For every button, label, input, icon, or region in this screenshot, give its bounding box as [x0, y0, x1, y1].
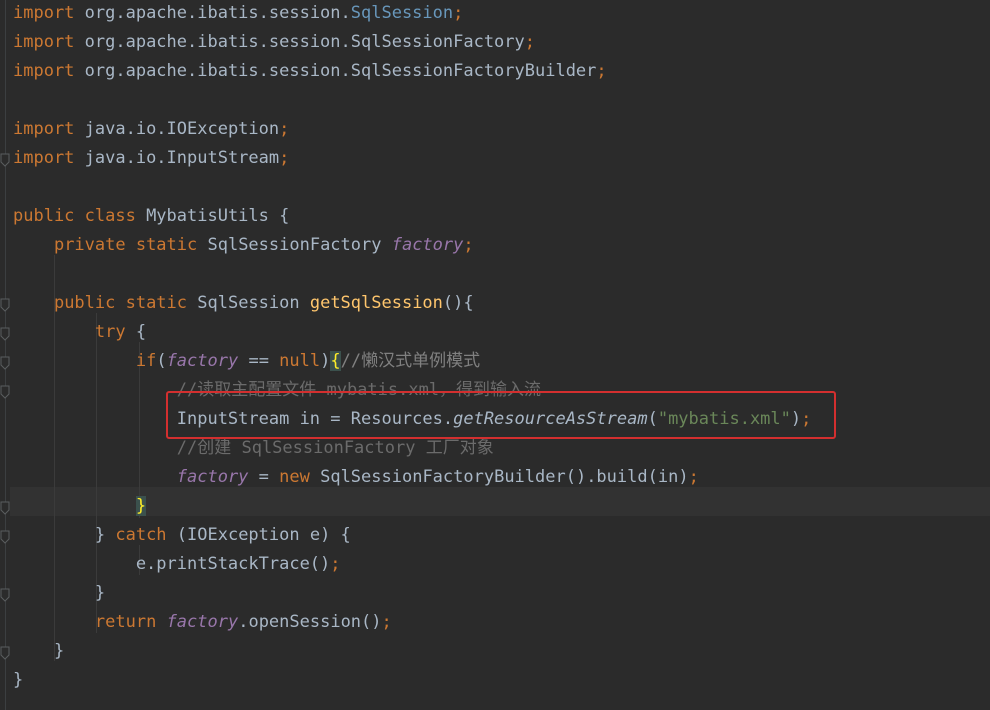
fold-marker-icon[interactable]: [0, 588, 10, 602]
code-token: import: [13, 119, 75, 139]
code-token: ;: [381, 612, 392, 632]
code-line[interactable]: factory = new SqlSessionFactoryBuilder()…: [13, 464, 699, 493]
code-token: if: [135, 351, 157, 371]
code-token: ;: [596, 61, 607, 81]
code-token: return: [94, 612, 157, 632]
code-token: new: [279, 467, 310, 487]
code-token: .openSession(): [238, 612, 382, 632]
code-token: SqlSessionFactory: [197, 235, 392, 255]
code-token: {: [330, 351, 341, 371]
code-token: import: [13, 148, 75, 168]
gutter-divider: [5, 0, 6, 710]
code-token: ): [320, 351, 331, 371]
code-token: try: [94, 322, 126, 342]
code-token: SqlSession: [350, 3, 454, 23]
code-line[interactable]: }: [13, 638, 64, 667]
code-token: null: [279, 351, 321, 371]
code-token: //创建 SqlSessionFactory 工厂对象: [176, 438, 494, 458]
code-token: ;: [453, 3, 464, 23]
code-token: SqlSessionFactoryBuilder().build(in): [309, 467, 689, 487]
code-token: (IOException e) {: [166, 525, 351, 545]
fold-marker-icon[interactable]: [0, 501, 10, 515]
fold-marker-icon[interactable]: [0, 153, 10, 167]
code-token: org.apache.ibatis.session.SqlSessionFact…: [74, 61, 597, 81]
highlight-box: [166, 391, 836, 439]
code-token: ;: [330, 554, 341, 574]
code-line[interactable]: }: [13, 580, 105, 609]
code-line[interactable]: e.printStackTrace();: [13, 551, 341, 580]
fold-marker-icon[interactable]: [0, 530, 10, 544]
code-token: org.apache.ibatis.session.SqlSessionFact…: [74, 32, 525, 52]
code-token: SqlSession: [187, 293, 310, 313]
fold-marker-icon[interactable]: [0, 646, 10, 660]
code-token: org.apache.ibatis.session.: [74, 3, 351, 23]
code-token: factory: [166, 612, 239, 632]
code-token: import: [13, 3, 75, 23]
code-editor[interactable]: import org.apache.ibatis.session.SqlSess…: [13, 0, 990, 710]
code-line[interactable]: public static SqlSession getSqlSession()…: [13, 290, 474, 319]
code-line[interactable]: import java.io.IOException;: [13, 116, 289, 145]
code-token: ==: [238, 351, 280, 371]
code-token: ;: [463, 235, 474, 255]
fold-marker-icon[interactable]: [0, 385, 10, 399]
code-token: }: [13, 583, 106, 603]
code-token: =: [248, 467, 280, 487]
code-token: private static: [53, 235, 198, 255]
code-token: import: [13, 32, 75, 52]
code-line[interactable]: }: [13, 667, 23, 696]
code-token: }: [135, 496, 147, 516]
code-token: }: [13, 641, 65, 661]
code-line[interactable]: } catch (IOException e) {: [13, 522, 351, 551]
code-line[interactable]: try {: [13, 319, 146, 348]
code-line[interactable]: //创建 SqlSessionFactory 工厂对象: [13, 435, 494, 464]
code-token: getSqlSession: [309, 293, 443, 313]
code-line[interactable]: import org.apache.ibatis.session.SqlSess…: [13, 0, 463, 29]
code-line[interactable]: import java.io.InputStream;: [13, 145, 289, 174]
code-token: ;: [688, 467, 699, 487]
code-token: (){: [442, 293, 474, 313]
code-token: e.printStackTrace(): [13, 554, 331, 574]
code-token: ;: [524, 32, 536, 52]
code-token: MybatisUtils {: [135, 206, 290, 226]
code-line[interactable]: private static SqlSessionFactory factory…: [13, 232, 474, 261]
code-token: }: [13, 670, 24, 690]
code-line[interactable]: public class MybatisUtils {: [13, 203, 289, 232]
code-token: java.io.IOException: [74, 119, 280, 139]
code-line[interactable]: import org.apache.ibatis.session.SqlSess…: [13, 29, 535, 58]
editor-gutter: [0, 0, 10, 710]
fold-marker-icon[interactable]: [0, 298, 10, 312]
code-token: factory: [176, 467, 249, 487]
code-line[interactable]: return factory.openSession();: [13, 609, 392, 638]
code-token: factory: [391, 235, 464, 255]
code-line[interactable]: import org.apache.ibatis.session.SqlSess…: [13, 58, 607, 87]
code-token: public static: [53, 293, 188, 313]
code-token: //懒汉式单例模式: [340, 351, 481, 371]
fold-marker-icon[interactable]: [0, 356, 10, 370]
code-token: java.io.InputStream: [74, 148, 280, 168]
code-token: public class: [13, 206, 136, 226]
code-line[interactable]: }: [13, 493, 147, 522]
code-token: factory: [166, 351, 239, 371]
code-token: {: [125, 322, 147, 342]
code-token: }: [13, 525, 116, 545]
code-token: ;: [279, 148, 290, 168]
code-token: catch: [115, 525, 167, 545]
fold-marker-icon[interactable]: [0, 327, 10, 341]
code-token: import: [13, 61, 75, 81]
code-line[interactable]: if(factory == null){//懒汉式单例模式: [13, 348, 480, 377]
code-token: ;: [279, 119, 290, 139]
code-token: (: [156, 351, 167, 371]
